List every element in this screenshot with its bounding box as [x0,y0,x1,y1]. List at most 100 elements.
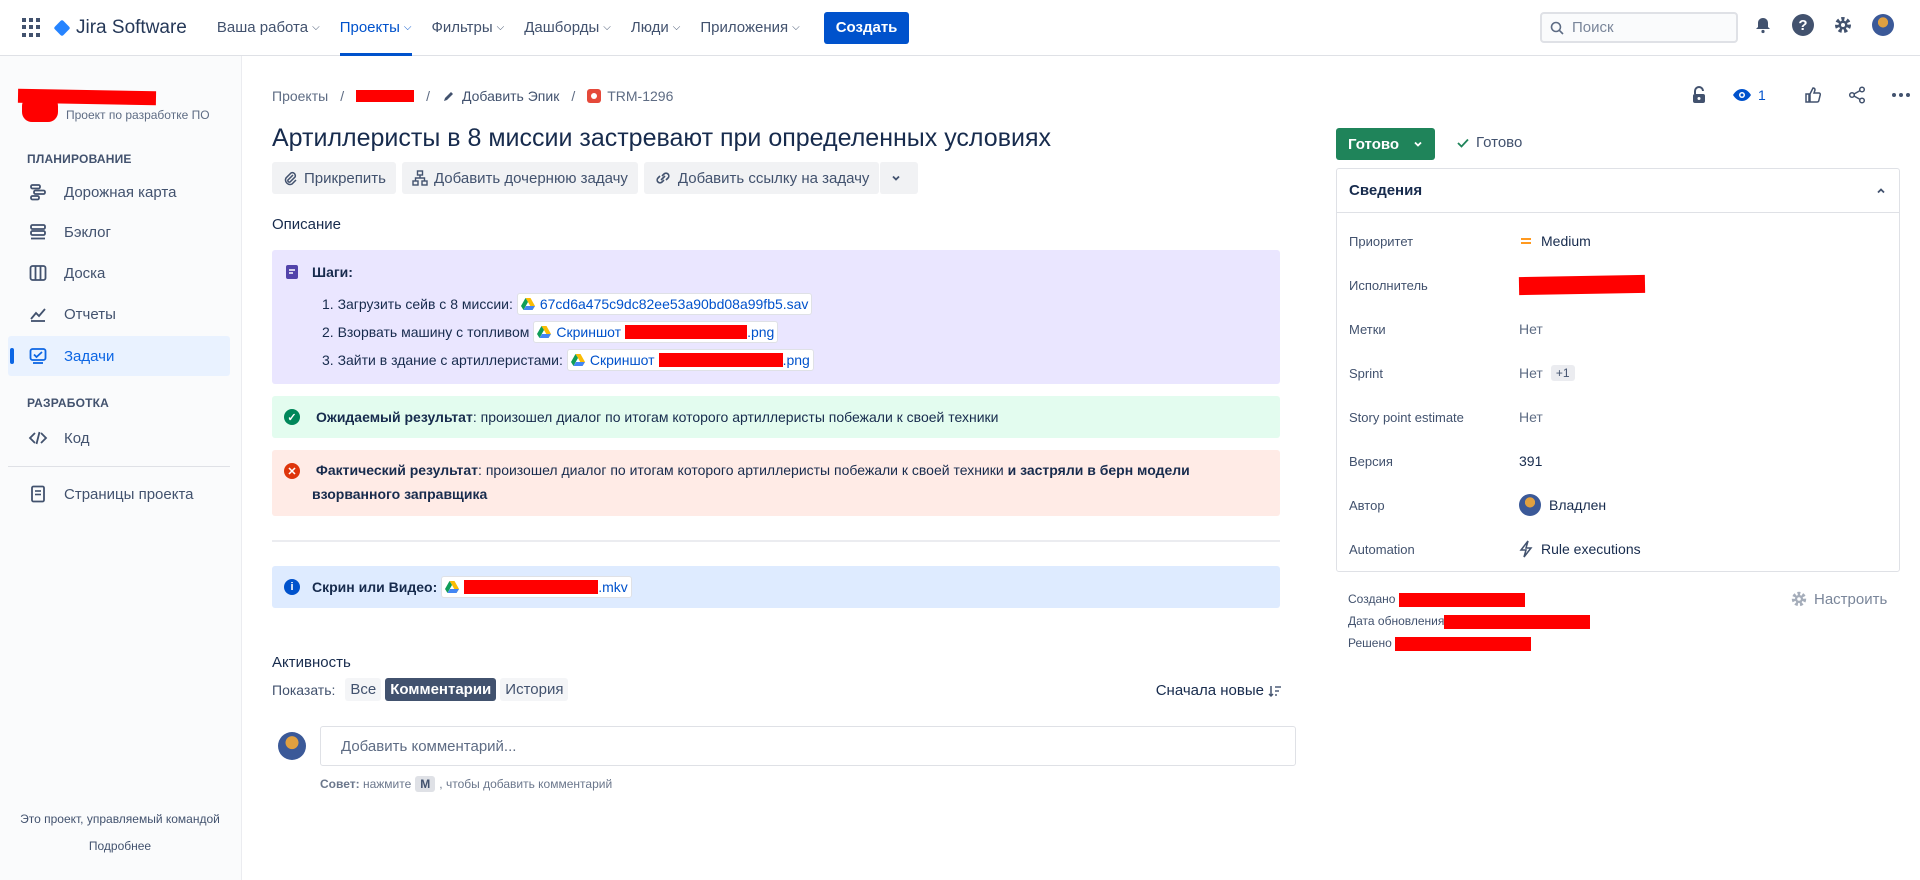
nav-projects[interactable]: Проекты ⌵ [339,0,412,56]
created-row: Создано [1348,592,1525,607]
issues-icon [29,348,47,364]
nav-your-work[interactable]: Ваша работа ⌵ [217,0,320,56]
google-drive-icon [537,326,552,338]
sort-toggle[interactable]: Сначала новые [1156,682,1282,699]
field-labels[interactable]: Метки Нет [1349,317,1543,341]
field-label: Исполнитель [1349,277,1428,293]
create-button[interactable]: Создать [823,11,910,44]
like-icon[interactable] [1802,84,1824,106]
field-story-points[interactable]: Story point estimate Нет [1349,405,1543,429]
add-child-issue-button[interactable]: Добавить дочернюю задачу [401,162,638,194]
more-icon[interactable] [1890,84,1912,106]
google-drive-icon [520,298,535,310]
steps-list: 1. Загрузить сейв с 8 миссии: 67cd6a475c… [322,290,814,374]
comment-input[interactable]: Добавить комментарий... [320,726,1296,766]
file-chip[interactable]: 67cd6a475c9dc82ee53a90bd08a99fb5.sav [516,293,813,315]
tab-all[interactable]: Все [345,678,382,701]
attach-button[interactable]: Прикрепить [272,162,396,194]
field-priority[interactable]: Приоритет Medium [1349,229,1591,253]
sidebar-item-board[interactable]: Доска [8,253,230,293]
field-value: 391 [1519,453,1543,469]
sidebar-item-project-pages[interactable]: Страницы проекта [8,474,230,514]
file-suffix: .png [782,352,810,368]
file-name: 67cd6a475c9dc82ee53a90bd08a99fb5.sav [539,296,809,312]
attach-label: Прикрепить [304,169,386,187]
lock-icon[interactable] [1688,84,1710,106]
sort-label: Сначала новые [1155,682,1264,699]
settings-icon[interactable] [1832,14,1854,36]
redacted-project-crumb[interactable] [356,90,415,102]
file-chip[interactable]: Скриншот .png [533,321,779,343]
priority-value: Medium [1541,233,1591,249]
issue-title[interactable]: Артиллеристы в 8 миссии застревают при о… [272,124,1051,153]
profile-avatar[interactable] [1872,14,1894,36]
more-actions-dropdown[interactable] [879,162,919,194]
field-label: Приоритет [1349,233,1414,249]
issue-actions: Прикрепить Добавить дочернюю задачу Доба… [272,162,924,194]
notifications-icon[interactable] [1752,14,1774,36]
sidebar-item-label: Отчеты [64,305,116,323]
jira-logo[interactable]: Jira Software [53,17,187,39]
comment-tip: Совет: нажмите M, чтобы добавить коммента… [320,776,612,792]
watchers-button[interactable]: 1 [1732,87,1766,103]
breadcrumb-issue-key[interactable]: TRM-1296 [607,88,673,104]
add-child-label: Добавить дочернюю задачу [433,169,628,187]
chevron-down-icon [892,175,901,181]
field-reporter[interactable]: Автор Владлен [1349,493,1606,517]
sidebar-footer-text: Это проект, управляемый командой [20,812,220,826]
sidebar-footer-link[interactable]: Подробнее [0,839,240,853]
field-value: Нет [1519,409,1543,425]
sidebar-item-backlog[interactable]: Бэклог [8,212,230,252]
note-icon [286,265,298,279]
nav-label: Приложения [700,19,789,36]
tab-history[interactable]: История [500,678,569,701]
expected-result: Ожидаемый результат: произошел диалог по… [316,405,998,429]
details-header[interactable]: Сведения [1337,169,1899,213]
activity-filter: Показать: Все Комментарии История [272,678,569,701]
details-panel: Сведения Приоритет Medium Исполнитель Ме… [1336,168,1900,572]
status-dropdown[interactable]: Готово [1336,128,1436,160]
automation-value: Rule executions [1541,541,1641,557]
link-issue-button[interactable]: Добавить ссылку на задачу [643,162,880,194]
nav-people[interactable]: Люди ⌵ [631,0,681,56]
actual-result-panel: ✕ Фактический результат: произошел диало… [272,450,1280,516]
step-text: 3. Зайти в здание с артиллеристами: [322,352,563,368]
nav-apps[interactable]: Приложения ⌵ [700,0,799,56]
code-icon [28,431,48,445]
breadcrumb-projects[interactable]: Проекты [272,88,328,104]
sprint-value: Нет [1519,365,1543,381]
board-icon [29,265,47,281]
breadcrumb-add-epic[interactable]: Добавить Эпик [462,88,559,104]
link-issue-label: Добавить ссылку на задачу [677,169,870,187]
file-suffix: .png [747,324,775,340]
field-assignee[interactable]: Исполнитель [1349,273,1646,297]
sidebar-item-roadmap[interactable]: Дорожная карта [8,172,230,212]
nav-filters[interactable]: Фильтры ⌵ [432,0,505,56]
tab-comments[interactable]: Комментарии [385,678,497,701]
tip-suffix: , чтобы добавить комментарий [439,777,613,791]
field-version[interactable]: Версия 391 [1349,449,1542,473]
watch-count: 1 [1758,87,1766,103]
sidebar-item-label: Бэклог [64,223,111,241]
reports-icon [30,308,46,322]
search-input[interactable]: Поиск [1540,12,1738,43]
share-icon[interactable] [1846,84,1868,106]
redacted-file-name [464,580,599,594]
field-value: Нет [1519,321,1543,337]
field-automation[interactable]: Automation Rule executions [1349,537,1641,561]
field-sprint[interactable]: Sprint Нет +1 [1349,361,1575,385]
sidebar-item-issues[interactable]: Задачи [8,336,230,376]
field-value: Rule executions [1519,540,1641,558]
file-chip[interactable]: .mkv [441,576,632,598]
sidebar-item-code[interactable]: Код [8,418,230,458]
sidebar-item-label: Доска [64,264,106,282]
help-icon[interactable]: ? [1792,14,1814,36]
steps-panel: Шаги: 1. Загрузить сейв с 8 миссии: 67cd… [272,250,1280,384]
configure-button[interactable]: Настроить [1790,590,1887,608]
app-switcher-icon[interactable] [22,17,42,38]
actual-result: Фактический результат: произошел диалог … [312,458,1272,506]
breadcrumb-separator: / [426,88,430,104]
sidebar-item-reports[interactable]: Отчеты [8,294,230,334]
nav-dashboards[interactable]: Дашборды ⌵ [524,0,611,56]
file-chip[interactable]: Скриншот .png [566,349,814,371]
